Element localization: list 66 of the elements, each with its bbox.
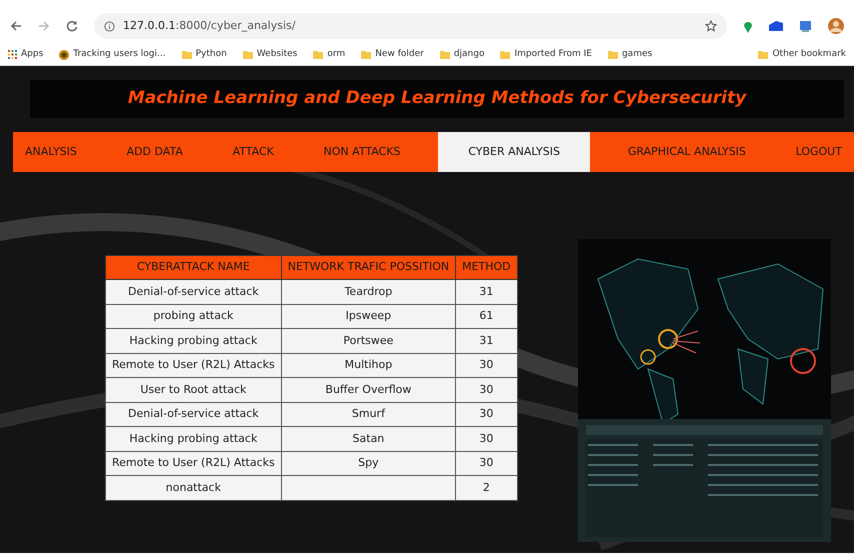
table-cell: 61 [456,304,518,328]
extension-icon[interactable] [799,20,812,32]
nav-tab[interactable]: ANALYSIS [13,132,89,172]
nav-tab[interactable]: ADD DATA [114,132,195,172]
folder-icon [608,50,618,59]
bookmark-link[interactable]: Apps [8,48,44,62]
table-cell: Satan [281,426,456,451]
column-header: NETWORK TRAFIC POSSITION [281,256,456,280]
nav-tab[interactable]: ATTACK [220,132,286,172]
extension-icon[interactable] [743,20,753,32]
bookmark-link[interactable]: Imported From IE [500,48,592,62]
nav-tab[interactable]: LOGOUT [784,132,854,172]
bookmark-link[interactable]: Python [182,48,227,62]
table-cell: Denial-of-service attack [106,402,282,426]
table-cell: Hacking probing attack [106,426,282,451]
table-cell: Smurf [281,402,456,426]
bookmark-link[interactable]: orm [313,48,346,62]
table-cell: 31 [456,280,518,304]
site-icon [59,50,70,60]
bookmark-link[interactable]: games [608,48,652,62]
star-icon[interactable] [705,20,717,32]
table-cell: 30 [456,402,518,426]
table-cell: Multihop [281,353,456,378]
bookmark-link[interactable]: New folder [361,48,424,62]
folder-icon [500,50,510,59]
table-cell: Remote to User (R2L) Attacks [106,353,282,378]
nav-tab[interactable]: GRAPHICAL ANALYSIS [616,132,758,172]
extension-icon[interactable] [769,21,783,31]
bookmark-link[interactable]: Tracking users logi... [59,48,166,62]
folder-icon [313,50,324,59]
table-cell: Ipsweep [281,304,456,328]
table-cell: Denial-of-service attack [106,280,282,304]
folder-icon [361,50,372,59]
table-cell: Remote to User (R2L) Attacks [106,451,282,476]
table-cell: 2 [456,476,518,500]
bookmark-link[interactable]: Websites [242,48,298,62]
reload-icon[interactable] [66,20,78,32]
nav-tab[interactable]: CYBER ANALYSIS [438,132,590,172]
table-cell: 30 [456,378,518,402]
table-cell: 31 [456,328,518,353]
nav-tab[interactable]: NON ATTACKS [312,132,412,172]
back-icon[interactable] [10,20,22,32]
table-cell: Teardrop [281,280,456,304]
column-header: METHOD [456,256,518,280]
table-cell: 30 [456,426,518,451]
folder-icon [182,50,192,59]
table-cell: Spy [281,451,456,476]
table-cell: Buffer Overflow [281,378,456,402]
folder-icon [440,50,450,59]
table-cell: 30 [456,451,518,476]
avatar-icon[interactable] [828,18,844,34]
folder-icon [758,50,768,59]
table-cell: Portswee [281,328,456,353]
table-cell: nonattack [106,476,282,500]
folder-icon [242,50,253,59]
bookmark-link[interactable]: Other bookmark [758,48,846,62]
url-field[interactable]: 127.0.0.1:8000/cyber_analysis/ [123,18,296,34]
bookmark-link[interactable]: django [440,48,484,62]
apps-icon [8,50,17,59]
table-cell: probing attack [106,304,282,328]
info-icon[interactable] [104,20,115,32]
table-cell: 30 [456,353,518,378]
column-header: CYBERATTACK NAME [106,256,282,280]
table-cell: User to Root attack [106,378,282,402]
table-cell: Hacking probing attack [106,328,282,353]
page-title: Machine Learning and Deep Learning Methods for Cybersecurity [128,87,746,110]
